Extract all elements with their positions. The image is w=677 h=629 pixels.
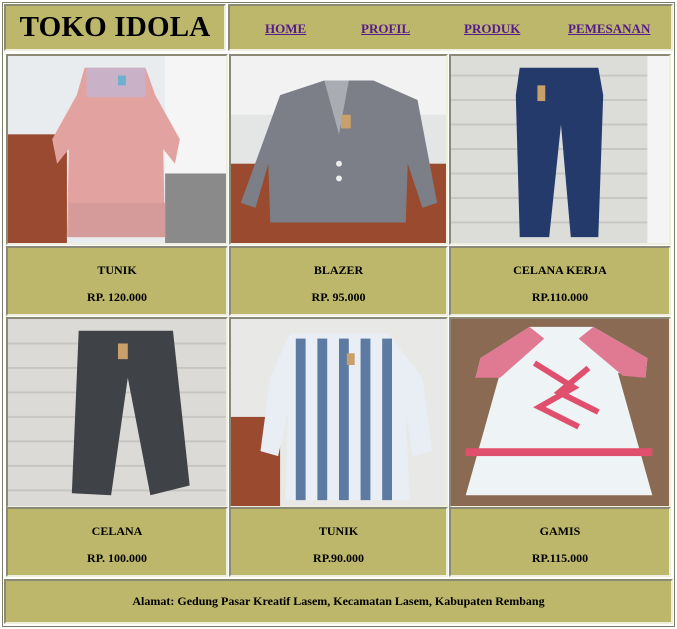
product-price: RP. 95.000 xyxy=(311,290,366,304)
product-card-3[interactable]: CELANA KERJA RP.110.000 xyxy=(449,246,671,316)
product-name: TUNIK xyxy=(318,524,359,538)
product-price: RP.90.000 xyxy=(313,551,364,565)
product-card-4[interactable]: CELANA RP. 100.000 xyxy=(6,507,228,577)
striped-tunic-photo xyxy=(231,319,446,506)
product-photo-5 xyxy=(229,317,448,508)
store-logo-cell: TOKO IDOLA xyxy=(4,4,226,51)
checkered-blazer-photo xyxy=(231,56,446,243)
product-name: TUNIK xyxy=(97,263,137,277)
product-name: CELANA xyxy=(91,524,143,538)
nav-produk-link[interactable]: PRODUK xyxy=(464,21,520,37)
product-price: RP.110.000 xyxy=(531,290,589,304)
product-name: CELANA KERJA xyxy=(513,263,607,277)
product-photo-3 xyxy=(449,54,671,245)
nav-home-link[interactable]: HOME xyxy=(265,21,306,37)
product-price: RP.115.000 xyxy=(531,551,589,565)
product-photo-2 xyxy=(229,54,448,245)
floral-gamis-photo xyxy=(451,319,669,506)
product-card-2[interactable]: BLAZER RP. 95.000 xyxy=(229,246,448,316)
nav-bar: HOME PROFIL PRODUK PEMESANAN xyxy=(228,4,673,51)
product-card-5[interactable]: TUNIK RP.90.000 xyxy=(229,507,448,577)
store-address: Alamat: Gedung Pasar Kreatif Lasem, Keca… xyxy=(132,594,545,608)
product-price: RP. 120.000 xyxy=(87,290,147,304)
product-card-6[interactable]: GAMIS RP.115.000 xyxy=(449,507,671,577)
nav-pemesanan-link[interactable]: PEMESANAN xyxy=(568,21,650,37)
product-name: BLAZER xyxy=(313,263,364,277)
store-name: TOKO IDOLA xyxy=(19,11,211,43)
product-photo-4 xyxy=(6,317,228,508)
gray-pants-photo xyxy=(8,319,226,506)
product-card-1[interactable]: TUNIK RP. 120.000 xyxy=(6,246,228,316)
product-name: GAMIS xyxy=(539,524,581,538)
product-price: RP. 100.000 xyxy=(87,551,147,565)
nav-profil-link[interactable]: PROFIL xyxy=(361,21,410,37)
navy-work-pants-photo xyxy=(451,56,669,243)
footer: Alamat: Gedung Pasar Kreatif Lasem, Keca… xyxy=(4,579,673,624)
product-photo-1 xyxy=(6,54,228,245)
product-photo-6 xyxy=(449,317,671,508)
pink-tunic-photo xyxy=(8,56,226,243)
